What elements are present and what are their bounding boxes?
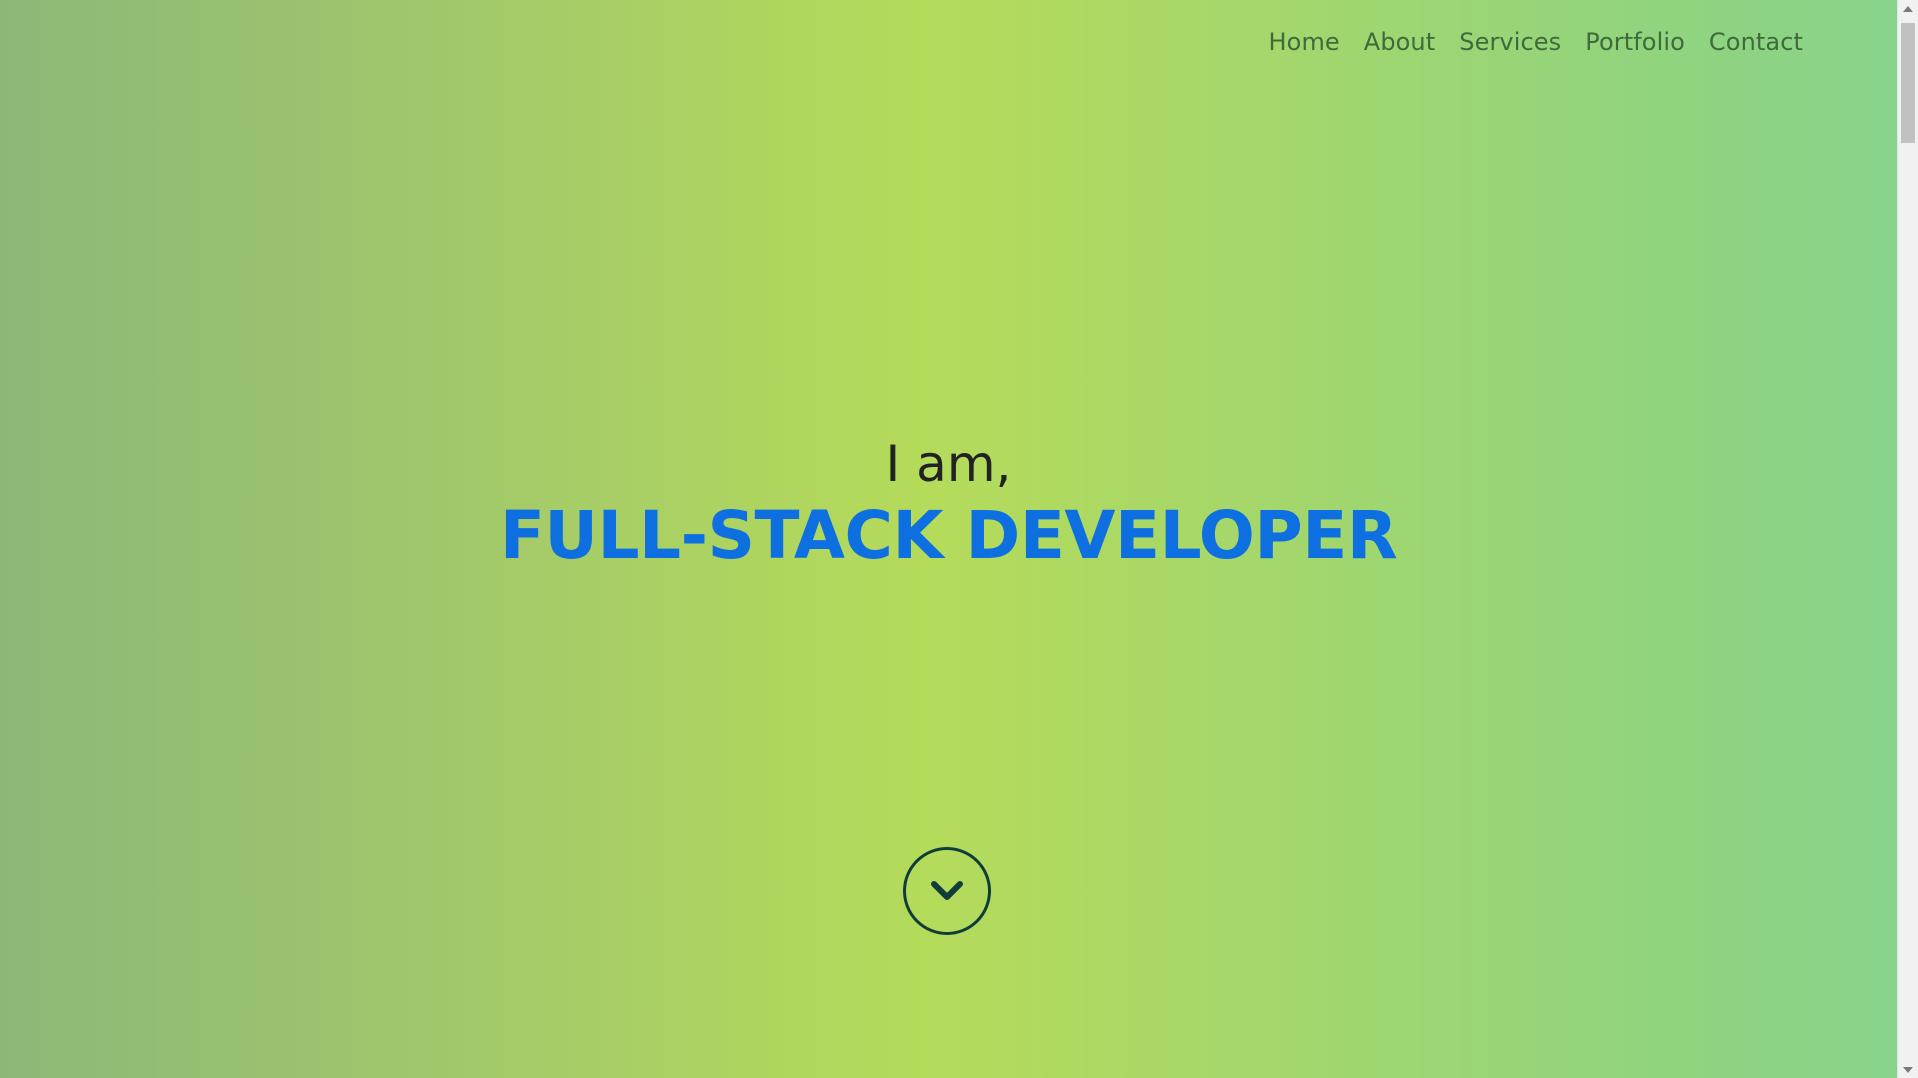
scrollbar-thumb[interactable]: [1901, 23, 1915, 143]
nav-link-contact[interactable]: Contact: [1697, 26, 1815, 58]
nav-link-about[interactable]: About: [1352, 26, 1447, 58]
hero-title: FULL-STACK DEVELOPER: [499, 497, 1398, 574]
nav-link-home[interactable]: Home: [1257, 26, 1352, 58]
main-nav: Home About Services Portfolio Contact: [1257, 26, 1815, 58]
scroll-down-arrow-icon[interactable]: [1898, 1061, 1918, 1078]
hero-section: I am, FULL-STACK DEVELOPER: [0, 432, 1897, 576]
nav-link-services[interactable]: Services: [1447, 26, 1573, 58]
page-viewport: Home About Services Portfolio Contact I …: [0, 0, 1897, 1078]
nav-link-portfolio[interactable]: Portfolio: [1573, 26, 1697, 58]
scroll-down-button[interactable]: [903, 847, 991, 935]
hero-pre-title: I am,: [885, 435, 1012, 493]
scroll-up-arrow-icon[interactable]: [1898, 0, 1918, 17]
chevron-down-icon: [931, 881, 963, 900]
vertical-scrollbar[interactable]: [1897, 0, 1918, 1078]
